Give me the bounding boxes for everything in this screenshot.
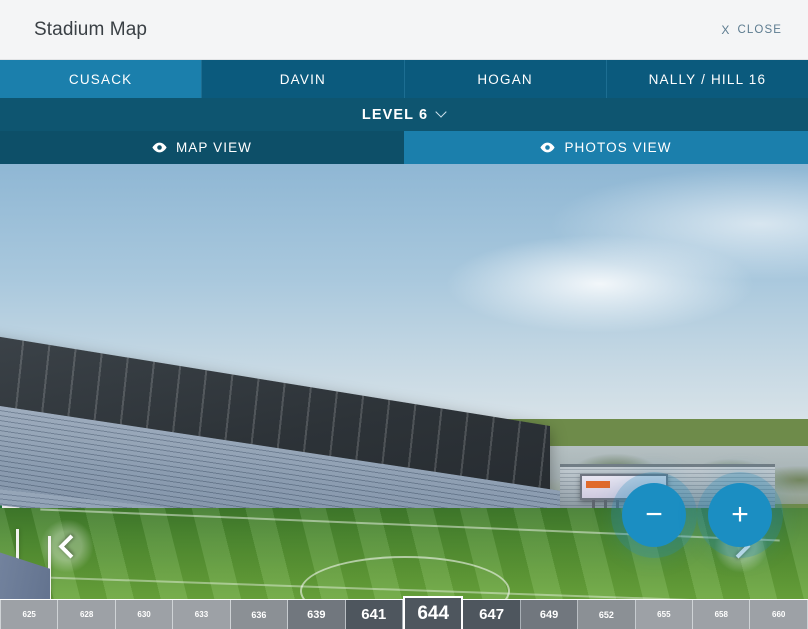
seat-cell[interactable]: 652 [578, 600, 636, 629]
view-toggle: MAP VIEW PHOTOS VIEW [0, 131, 808, 164]
tab-label: HOGAN [477, 71, 533, 87]
eye-icon [540, 142, 556, 153]
chevron-down-icon [437, 108, 446, 117]
tab-label: NALLY / HILL 16 [648, 71, 767, 87]
seat-number: 628 [79, 610, 94, 619]
seat-number: 649 [539, 608, 559, 621]
seat-number: 655 [657, 610, 671, 619]
seat-number: 639 [307, 608, 326, 621]
photos-view-label: PHOTOS VIEW [564, 140, 672, 155]
close-label: CLOSE [737, 23, 782, 36]
eye-icon [152, 142, 167, 153]
seat-number: 636 [251, 609, 267, 620]
tab-davin[interactable]: DAVIN [202, 60, 405, 98]
zoom-in-button[interactable]: + [708, 483, 772, 547]
map-view-label: MAP VIEW [175, 140, 253, 155]
seat-number-carousel[interactable]: 625 628 630 633 636 639 641 644 647 649 652 655 658 6… [0, 596, 808, 629]
seat-number: 625 [22, 610, 36, 619]
seat-cell[interactable]: 636 [230, 600, 289, 629]
seat-number: 652 [598, 609, 614, 620]
level-label: LEVEL 6 [361, 106, 429, 123]
seat-cell[interactable]: 633 [173, 600, 231, 629]
seat-number: 644 [417, 602, 450, 624]
seat-cell[interactable]: 647 [463, 600, 521, 629]
tab-label: CUSACK [68, 71, 133, 87]
seat-cell[interactable]: 660 [750, 600, 808, 629]
tab-hogan[interactable]: HOGAN [404, 60, 607, 98]
close-icon: X [721, 22, 731, 37]
seat-cell[interactable]: 625 [0, 600, 59, 629]
seat-cell[interactable]: 655 [635, 600, 694, 629]
seat-number: 630 [137, 610, 151, 619]
stand-tab-bar: CUSACK DAVIN HOGAN NALLY / HILL 16 [0, 60, 808, 98]
map-view-button[interactable]: MAP VIEW [0, 131, 404, 164]
previous-photo-button[interactable] [40, 519, 94, 573]
stadium-map-modal: Stadium Map X CLOSE CUSACK DAVIN HOGAN N… [0, 0, 808, 629]
level-selector[interactable]: LEVEL 6 [0, 98, 808, 131]
close-button[interactable]: X CLOSE [721, 23, 782, 37]
seat-cell[interactable]: 639 [288, 600, 346, 629]
chevron-left-icon [57, 533, 83, 559]
tab-cusack[interactable]: CUSACK [0, 60, 203, 98]
photos-view-button[interactable]: PHOTOS VIEW [404, 131, 808, 164]
seat-cell[interactable]: 628 [58, 600, 116, 629]
seat-cell[interactable]: 630 [115, 600, 174, 629]
modal-header: Stadium Map X CLOSE [0, 0, 808, 60]
seat-number: 647 [479, 606, 505, 623]
zoom-out-button[interactable]: − [622, 483, 686, 547]
page-title: Stadium Map [34, 18, 148, 40]
tab-nally-hill16[interactable]: NALLY / HILL 16 [606, 60, 808, 98]
seat-cell[interactable]: 641 [345, 600, 403, 629]
stadium-photo-viewer[interactable]: − + [0, 164, 808, 599]
tab-label: DAVIN [279, 71, 326, 87]
seat-cell[interactable]: 658 [693, 600, 751, 629]
plus-icon: + [731, 498, 749, 531]
seat-number: 660 [772, 610, 786, 619]
seat-number: 633 [194, 610, 209, 619]
zoom-controls: − + [622, 483, 772, 547]
seat-number: 641 [361, 606, 387, 623]
seat-cell-selected[interactable]: 644 [402, 596, 464, 629]
seat-number: 658 [714, 610, 728, 619]
minus-icon: − [645, 498, 663, 531]
seat-cell[interactable]: 649 [520, 600, 579, 629]
